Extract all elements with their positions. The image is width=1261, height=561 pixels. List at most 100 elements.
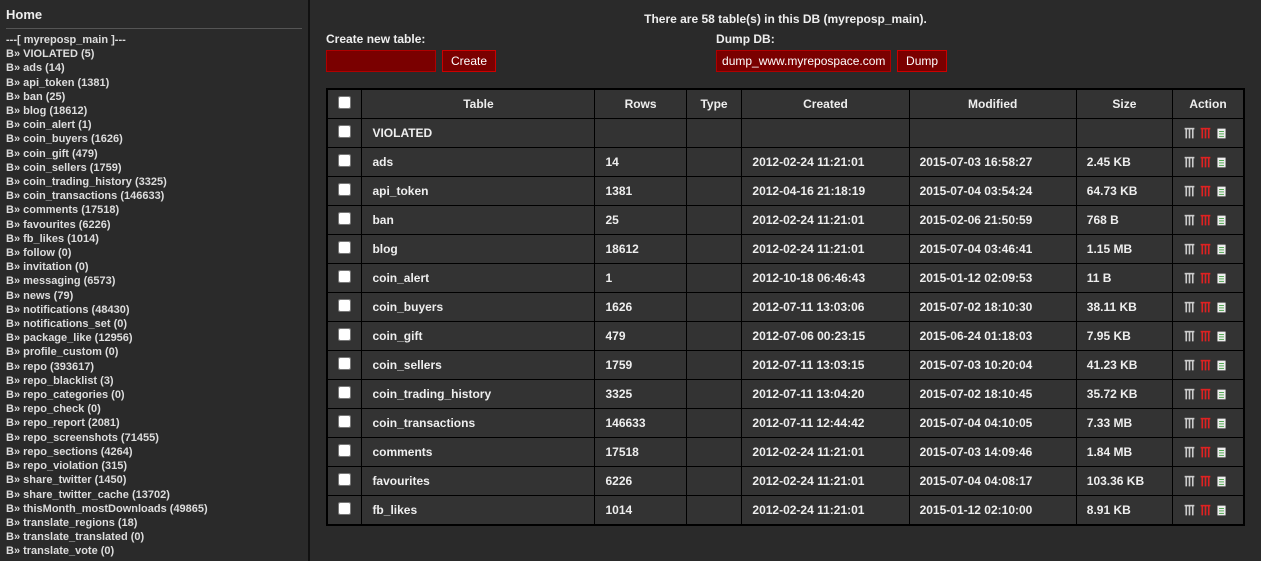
structure-icon[interactable]	[1183, 475, 1196, 488]
cell-table-name[interactable]: api_token	[362, 177, 595, 206]
cell-table-name[interactable]: fb_likes	[362, 496, 595, 525]
sidebar-item-repo_check[interactable]: B» repo_check (0)	[6, 402, 302, 416]
sidebar-item-coin_gift[interactable]: B» coin_gift (479)	[6, 147, 302, 161]
sidebar-item-thisMonth_mostDownloads[interactable]: B» thisMonth_mostDownloads (49865)	[6, 502, 302, 516]
drop-icon[interactable]	[1199, 446, 1212, 459]
dump-db-button[interactable]: Dump	[897, 50, 947, 72]
sidebar-item-translate_regions[interactable]: B» translate_regions (18)	[6, 516, 302, 530]
drop-icon[interactable]	[1199, 156, 1212, 169]
sidebar-item-favourites[interactable]: B» favourites (6226)	[6, 218, 302, 232]
sidebar-item-repo_report[interactable]: B» repo_report (2081)	[6, 416, 302, 430]
structure-icon[interactable]	[1183, 388, 1196, 401]
cell-table-name[interactable]: blog	[362, 235, 595, 264]
cell-table-name[interactable]: coin_gift	[362, 322, 595, 351]
sidebar-item-repo_screenshots[interactable]: B» repo_screenshots (71455)	[6, 431, 302, 445]
structure-icon[interactable]	[1183, 272, 1196, 285]
export-icon[interactable]	[1215, 272, 1228, 285]
cell-table-name[interactable]: favourites	[362, 467, 595, 496]
row-checkbox[interactable]	[338, 299, 351, 312]
export-icon[interactable]	[1215, 446, 1228, 459]
structure-icon[interactable]	[1183, 156, 1196, 169]
drop-icon[interactable]	[1199, 359, 1212, 372]
sidebar-item-notifications_set[interactable]: B» notifications_set (0)	[6, 317, 302, 331]
cell-table-name[interactable]: ban	[362, 206, 595, 235]
drop-icon[interactable]	[1199, 388, 1212, 401]
sidebar-item-translate_vote[interactable]: B» translate_vote (0)	[6, 544, 302, 558]
structure-icon[interactable]	[1183, 330, 1196, 343]
sidebar-item-repo_blacklist[interactable]: B» repo_blacklist (3)	[6, 374, 302, 388]
sidebar-item-messaging[interactable]: B» messaging (6573)	[6, 274, 302, 288]
export-icon[interactable]	[1215, 417, 1228, 430]
drop-icon[interactable]	[1199, 272, 1212, 285]
drop-icon[interactable]	[1199, 214, 1212, 227]
row-checkbox[interactable]	[338, 270, 351, 283]
cell-table-name[interactable]: coin_trading_history	[362, 380, 595, 409]
sidebar-item-follow[interactable]: B» follow (0)	[6, 246, 302, 260]
cell-table-name[interactable]: comments	[362, 438, 595, 467]
sidebar-item-fb_likes[interactable]: B» fb_likes (1014)	[6, 232, 302, 246]
structure-icon[interactable]	[1183, 243, 1196, 256]
create-table-input[interactable]	[326, 50, 436, 72]
row-checkbox[interactable]	[338, 241, 351, 254]
sidebar-item-api_token[interactable]: B» api_token (1381)	[6, 76, 302, 90]
row-checkbox[interactable]	[338, 502, 351, 515]
export-icon[interactable]	[1215, 388, 1228, 401]
export-icon[interactable]	[1215, 475, 1228, 488]
row-checkbox[interactable]	[338, 125, 351, 138]
structure-icon[interactable]	[1183, 127, 1196, 140]
sidebar-item-ban[interactable]: B» ban (25)	[6, 90, 302, 104]
sidebar-item-translate_translated[interactable]: B» translate_translated (0)	[6, 530, 302, 544]
sidebar-item-blog[interactable]: B» blog (18612)	[6, 104, 302, 118]
drop-icon[interactable]	[1199, 475, 1212, 488]
sidebar-item-VIOLATED[interactable]: B» VIOLATED (5)	[6, 47, 302, 61]
row-checkbox[interactable]	[338, 154, 351, 167]
sidebar-item-repo_categories[interactable]: B» repo_categories (0)	[6, 388, 302, 402]
export-icon[interactable]	[1215, 301, 1228, 314]
cell-table-name[interactable]: coin_alert	[362, 264, 595, 293]
export-icon[interactable]	[1215, 214, 1228, 227]
structure-icon[interactable]	[1183, 417, 1196, 430]
export-icon[interactable]	[1215, 504, 1228, 517]
sidebar-item-comments[interactable]: B» comments (17518)	[6, 203, 302, 217]
sidebar-item-repo_sections[interactable]: B» repo_sections (4264)	[6, 445, 302, 459]
sidebar-item-repo_violation[interactable]: B» repo_violation (315)	[6, 459, 302, 473]
export-icon[interactable]	[1215, 185, 1228, 198]
sidebar-item-ads[interactable]: B» ads (14)	[6, 61, 302, 75]
dump-db-input[interactable]	[716, 50, 891, 72]
structure-icon[interactable]	[1183, 214, 1196, 227]
row-checkbox[interactable]	[338, 386, 351, 399]
row-checkbox[interactable]	[338, 328, 351, 341]
header-select-all[interactable]	[328, 90, 362, 119]
structure-icon[interactable]	[1183, 359, 1196, 372]
select-all-checkbox[interactable]	[338, 96, 351, 109]
sidebar-item-profile_custom[interactable]: B» profile_custom (0)	[6, 345, 302, 359]
row-checkbox[interactable]	[338, 357, 351, 370]
drop-icon[interactable]	[1199, 417, 1212, 430]
export-icon[interactable]	[1215, 156, 1228, 169]
sidebar-item-repo[interactable]: B» repo (393617)	[6, 360, 302, 374]
sidebar-item-coin_sellers[interactable]: B» coin_sellers (1759)	[6, 161, 302, 175]
structure-icon[interactable]	[1183, 504, 1196, 517]
sidebar-item-share_twitter[interactable]: B» share_twitter (1450)	[6, 473, 302, 487]
cell-table-name[interactable]: coin_transactions	[362, 409, 595, 438]
row-checkbox[interactable]	[338, 183, 351, 196]
sidebar-home-link[interactable]: Home	[6, 4, 302, 28]
row-checkbox[interactable]	[338, 212, 351, 225]
create-table-button[interactable]: Create	[442, 50, 496, 72]
sidebar-item-coin_trading_history[interactable]: B» coin_trading_history (3325)	[6, 175, 302, 189]
drop-icon[interactable]	[1199, 185, 1212, 198]
sidebar-item-coin_buyers[interactable]: B» coin_buyers (1626)	[6, 132, 302, 146]
drop-icon[interactable]	[1199, 301, 1212, 314]
drop-icon[interactable]	[1199, 330, 1212, 343]
structure-icon[interactable]	[1183, 446, 1196, 459]
sidebar-item-coin_transactions[interactable]: B» coin_transactions (146633)	[6, 189, 302, 203]
row-checkbox[interactable]	[338, 415, 351, 428]
cell-table-name[interactable]: coin_sellers	[362, 351, 595, 380]
export-icon[interactable]	[1215, 330, 1228, 343]
drop-icon[interactable]	[1199, 504, 1212, 517]
sidebar-item-news[interactable]: B» news (79)	[6, 289, 302, 303]
cell-table-name[interactable]: ads	[362, 148, 595, 177]
drop-icon[interactable]	[1199, 243, 1212, 256]
sidebar-item-invitation[interactable]: B» invitation (0)	[6, 260, 302, 274]
export-icon[interactable]	[1215, 243, 1228, 256]
